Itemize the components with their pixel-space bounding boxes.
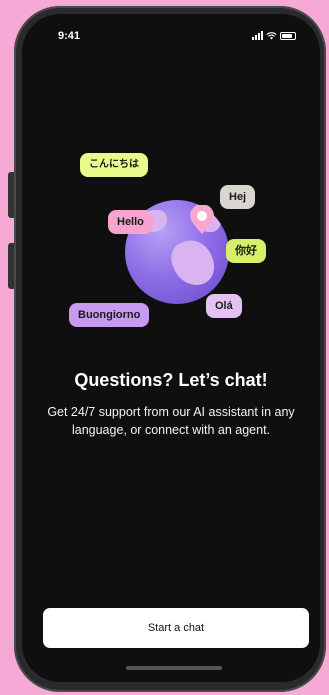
page-description: Get 24/7 support from our AI assistant i… bbox=[47, 405, 295, 437]
volume-down-button bbox=[8, 243, 14, 289]
volume-up-button bbox=[8, 172, 14, 218]
bubble-konnichiwa: こんにちは bbox=[80, 153, 148, 177]
bubble-ola: Olá bbox=[206, 294, 242, 318]
bubble-hej: Hej bbox=[220, 185, 256, 209]
bubble-nihao: 你好 bbox=[226, 239, 266, 263]
start-chat-button[interactable]: Start a chat bbox=[43, 608, 309, 648]
phone-screen: 9:41 こんにちは Hej Hello 你好 Buongiorno Olá Q… bbox=[22, 14, 320, 682]
location-pin-icon bbox=[190, 205, 214, 234]
home-indicator[interactable] bbox=[126, 666, 222, 670]
page-title: Questions? Let’s chat! bbox=[74, 370, 268, 390]
bubble-buongiorno: Buongiorno bbox=[69, 303, 150, 327]
language-illustration: こんにちは Hej Hello 你好 Buongiorno Olá bbox=[22, 14, 320, 354]
bubble-hello: Hello bbox=[108, 210, 153, 234]
